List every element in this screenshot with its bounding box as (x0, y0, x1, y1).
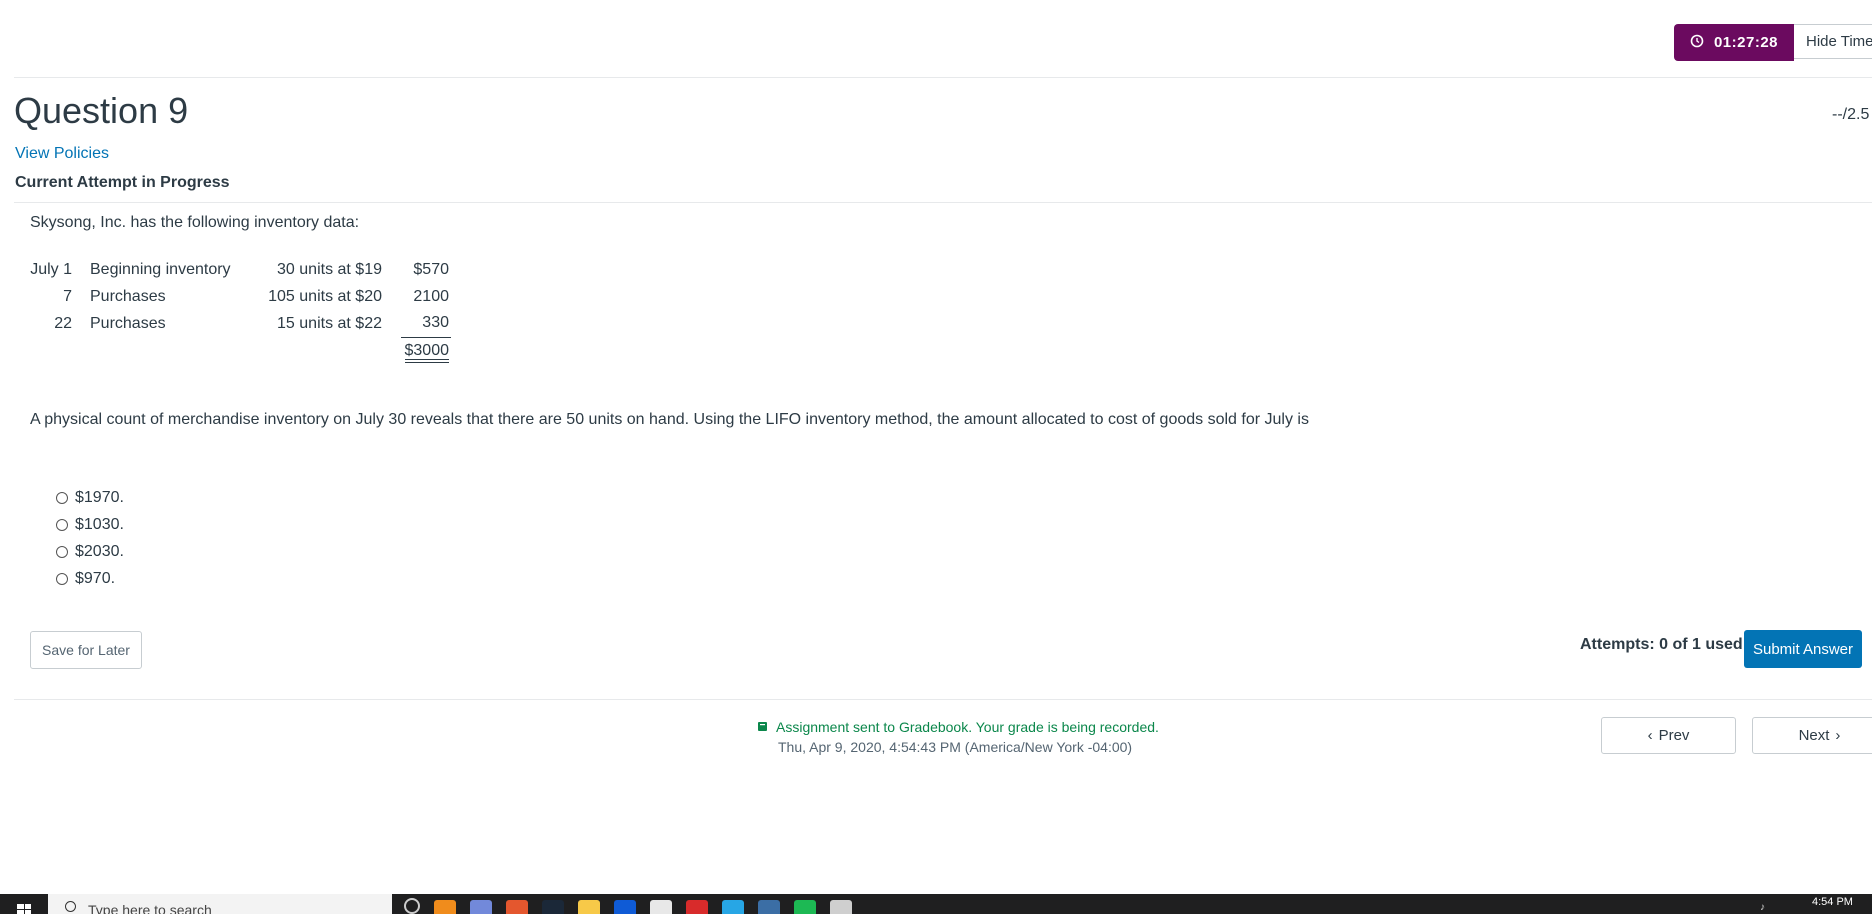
inventory-description: Beginning inventory (90, 261, 231, 279)
inventory-description: Purchases (90, 287, 166, 305)
prev-button[interactable]: ‹ Prev (1601, 717, 1736, 754)
inventory-description: Purchases (90, 314, 166, 332)
windows-icon (17, 904, 31, 915)
mail-icon[interactable] (650, 900, 672, 914)
attempts-count: Attempts: 0 of 1 used (1580, 636, 1743, 653)
taskbar-apps (404, 894, 852, 914)
browser-icon[interactable] (506, 900, 528, 914)
taskbar-search-placeholder: Type here to search (88, 902, 212, 914)
gradebook-timestamp: Thu, Apr 9, 2020, 4:54:43 PM (America/Ne… (778, 739, 1133, 755)
taskbar-clock: 4:54 PM (1812, 896, 1853, 908)
inventory-units: 30 units at $19 (277, 261, 382, 279)
taskbar-search[interactable]: Type here to search (48, 894, 392, 914)
radio-button[interactable] (56, 491, 68, 504)
chevron-left-icon: ‹ (1647, 727, 1653, 744)
inventory-amount: 330 (401, 310, 451, 338)
table-row: $3000 (30, 337, 451, 364)
book-icon (757, 719, 768, 735)
search-icon[interactable] (404, 898, 420, 914)
footer-divider (14, 699, 1872, 700)
table-row: 22 Purchases 15 units at $22 330 (30, 310, 451, 338)
timer-badge: 01:27:28 (1674, 24, 1794, 61)
gradebook-status: Assignment sent to Gradebook. Your grade… (757, 719, 1159, 735)
volume-icon[interactable]: ♪ (1760, 902, 1765, 913)
table-row: July 1 Beginning inventory 30 units at $… (30, 257, 451, 284)
answer-choice[interactable]: $970. (56, 565, 124, 592)
question-prompt: A physical count of merchandise inventor… (30, 411, 1309, 428)
next-button[interactable]: Next › (1752, 717, 1872, 754)
answer-choice[interactable]: $1970. (56, 484, 124, 511)
submit-answer-button[interactable]: Submit Answer (1744, 630, 1862, 668)
next-label: Next (1798, 727, 1830, 744)
hide-timer-button[interactable]: Hide Timer (1794, 24, 1872, 59)
question-title: Question 9 (14, 90, 189, 131)
view-policies-link[interactable]: View Policies (15, 145, 109, 163)
header-divider (14, 77, 1872, 78)
inventory-date: July 1 (30, 261, 72, 279)
steam-icon[interactable] (542, 900, 564, 914)
spotify-icon[interactable] (794, 900, 816, 914)
inventory-table: July 1 Beginning inventory 30 units at $… (30, 257, 451, 364)
clock-icon (1690, 34, 1704, 52)
inventory-units: 105 units at $20 (268, 287, 382, 305)
inventory-amount: 2100 (413, 287, 449, 305)
prev-label: Prev (1658, 727, 1690, 744)
inventory-units: 15 units at $22 (277, 314, 382, 332)
question-intro: Skysong, Inc. has the following inventor… (30, 214, 360, 231)
steam-app-icon[interactable] (758, 900, 780, 914)
taskbar: Type here to search ♪ 4:54 PM (0, 894, 1872, 915)
start-button[interactable] (0, 894, 48, 915)
search-icon (65, 901, 76, 912)
answer-choice[interactable]: $1030. (56, 511, 124, 538)
settings-icon[interactable] (830, 900, 852, 914)
choice-label: $1030. (75, 515, 124, 533)
x-app-icon[interactable] (614, 900, 636, 914)
timer-value: 01:27:28 (1713, 34, 1779, 51)
table-row: 7 Purchases 105 units at $20 2100 (30, 284, 451, 311)
inventory-date: 7 (63, 287, 72, 305)
answer-choice[interactable]: $2030. (56, 538, 124, 565)
answer-choices: $1970. $1030. $2030. $970. (56, 484, 124, 592)
vlc-icon[interactable] (434, 900, 456, 914)
choice-label: $1970. (75, 488, 124, 506)
choice-label: $2030. (75, 542, 124, 560)
choice-label: $970. (75, 569, 116, 587)
chevron-right-icon: › (1835, 727, 1841, 744)
question-points: --/2.5 (1832, 106, 1870, 123)
blue-app-icon[interactable] (722, 900, 744, 914)
discord-icon[interactable] (470, 900, 492, 914)
inventory-date: 22 (54, 314, 72, 332)
radio-button[interactable] (56, 545, 68, 558)
file-explorer-icon[interactable] (578, 900, 600, 914)
radio-button[interactable] (56, 518, 68, 531)
question-divider (14, 202, 1872, 203)
inventory-amount: $570 (413, 261, 449, 279)
gradebook-message: Assignment sent to Gradebook. Your grade… (776, 719, 1159, 735)
save-for-later-button[interactable]: Save for Later (30, 631, 142, 669)
inventory-total: $3000 (404, 341, 449, 363)
attempt-status: Current Attempt in Progress (15, 174, 230, 191)
radio-button[interactable] (56, 572, 68, 585)
red-app-icon[interactable] (686, 900, 708, 914)
